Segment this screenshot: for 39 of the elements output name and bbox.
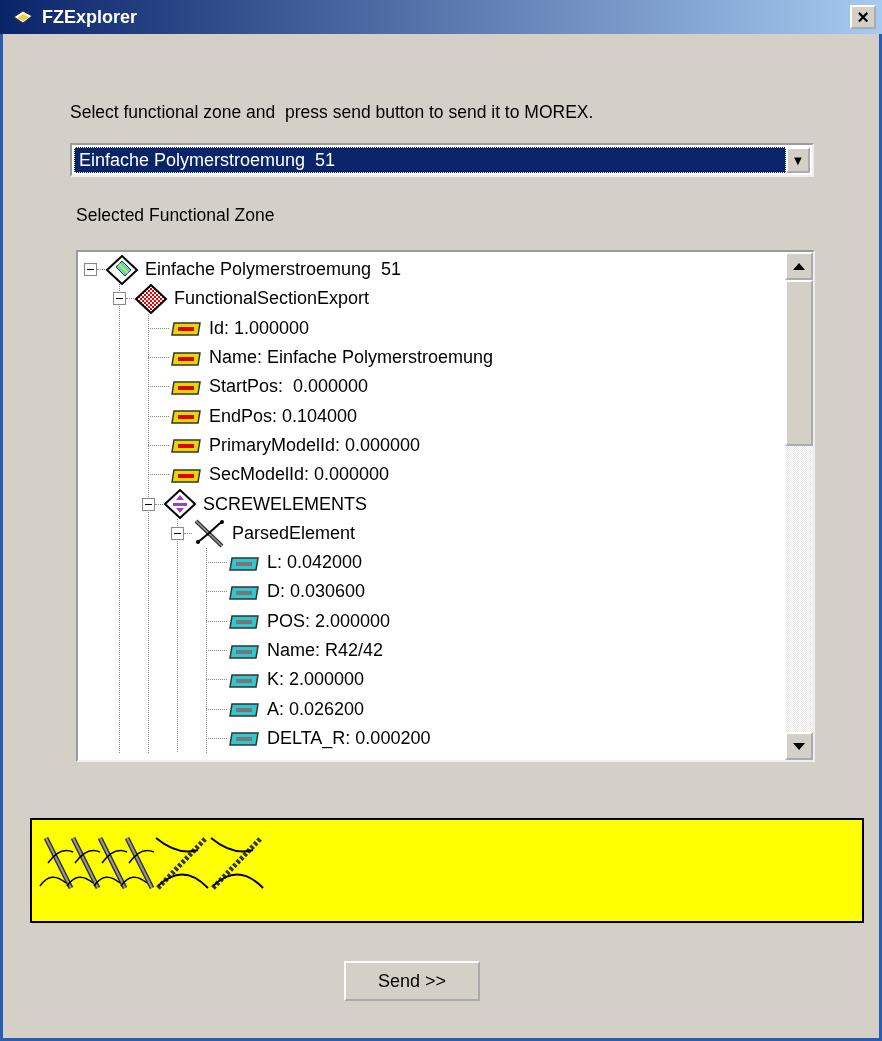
collapse-toggle[interactable]	[84, 263, 97, 277]
book-icon	[12, 8, 34, 26]
dropdown-arrow-button[interactable]: ▼	[786, 147, 810, 173]
scroll-thumb[interactable]	[785, 280, 813, 446]
tree-item[interactable]: Einfache Polymerstroemung 51	[145, 259, 402, 281]
window-title: FZExplorer	[42, 6, 139, 28]
close-button[interactable]: ×	[850, 5, 876, 29]
down-arrow-icon	[793, 742, 805, 750]
collapse-toggle[interactable]	[142, 497, 155, 511]
tree-item[interactable]: K: 2.000000	[267, 669, 365, 691]
collapse-toggle[interactable]	[113, 292, 126, 306]
tree-item[interactable]: A: 0.026200	[267, 698, 365, 720]
diamond-icon	[163, 489, 197, 520]
crossed-tool-icon	[192, 518, 226, 549]
up-arrow-icon	[793, 262, 805, 270]
scroll-up-button[interactable]	[785, 252, 813, 280]
tree-item[interactable]: PrimaryModelId: 0.000000	[209, 434, 421, 456]
tree-item[interactable]: Name: Einfache Polymerstroemung	[209, 347, 494, 369]
tree-item[interactable]: L: 0.042000	[267, 552, 363, 574]
zone-dropdown[interactable]: Einfache Polymerstroemung 51 ▼	[70, 143, 814, 177]
tree-item[interactable]: StartPos: 0.000000	[209, 376, 369, 398]
scrollbar[interactable]	[785, 252, 813, 760]
tree-item[interactable]: ParsedElement	[232, 522, 356, 544]
collapse-toggle[interactable]	[171, 526, 184, 540]
tree-item[interactable]: DELTA_R: 0.000200	[267, 727, 431, 749]
tree-item[interactable]: D: 0.030600	[267, 581, 366, 603]
tree-item[interactable]: Name: R42/42	[267, 640, 384, 661]
tree-label: Selected Functional Zone	[76, 205, 276, 226]
send-button[interactable]: Send >>	[344, 961, 480, 1001]
tree-item[interactable]: Id: 1.000000	[209, 317, 310, 339]
tree-item[interactable]: SCREWELEMENTS	[203, 493, 368, 515]
tree-item[interactable]: POS: 2.000000	[267, 610, 391, 632]
tree-item[interactable]: EndPos: 0.104000	[209, 405, 358, 427]
scroll-down-button[interactable]	[785, 732, 813, 760]
tree-item[interactable]: FunctionalSectionExport	[174, 288, 370, 310]
tree-item[interactable]: SecModelId: 0.000000	[209, 464, 390, 486]
instruction-text: Select functional zone and press send button to send it to MOREX.	[70, 102, 595, 123]
diamond-icon	[105, 254, 139, 285]
checkered-diamond-icon	[134, 283, 168, 314]
